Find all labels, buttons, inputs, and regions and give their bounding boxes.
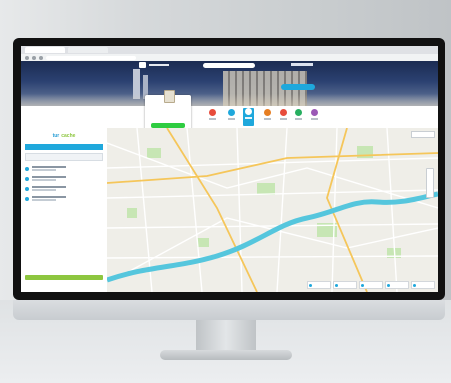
list-item-title [32, 186, 66, 188]
city-crest-icon [164, 90, 175, 103]
leaf-icon [295, 109, 302, 116]
menu-item-map[interactable] [243, 108, 254, 126]
menu-item-label [245, 117, 252, 119]
map-layer-control[interactable] [411, 131, 435, 138]
list-item-subtitle [32, 169, 56, 171]
list-item[interactable] [25, 166, 103, 171]
legend-item[interactable] [333, 281, 357, 289]
list-item-title [32, 196, 66, 198]
city-skyline-image [21, 94, 438, 106]
pin-icon [25, 187, 29, 191]
legend-dot-icon [335, 283, 338, 287]
map-canvas[interactable] [107, 128, 438, 292]
main-content: tur cache [21, 128, 438, 292]
sidebar-search-input[interactable] [25, 153, 103, 161]
menu-item-label [280, 118, 287, 120]
brand-logo: tur cache [21, 131, 107, 141]
menu-item-nature[interactable] [294, 109, 303, 124]
zoom-control[interactable] [426, 168, 434, 198]
list-item-subtitle [32, 199, 56, 201]
monitor-stand-base [160, 350, 292, 360]
legend-dot-icon [309, 283, 312, 287]
monitor-chin [13, 300, 445, 320]
menu-item-label [209, 118, 216, 120]
browser-toolbar [21, 54, 438, 61]
hero-banner [21, 61, 438, 106]
legend-item[interactable] [385, 281, 409, 289]
profile-link[interactable] [291, 63, 313, 66]
browser-tab-strip [21, 46, 438, 54]
site-logo[interactable] [139, 62, 169, 68]
reload-icon[interactable] [39, 55, 43, 60]
list-item[interactable] [25, 186, 103, 191]
list-item[interactable] [25, 176, 103, 181]
menu-item-label [228, 118, 235, 120]
browser-tab[interactable] [68, 47, 108, 53]
house-icon [228, 109, 235, 116]
sidebar: tur cache [21, 128, 108, 292]
legend-dot-icon [361, 283, 364, 287]
sidebar-footer-button[interactable] [25, 275, 103, 280]
legend-item[interactable] [307, 281, 331, 289]
pin-icon [25, 177, 29, 181]
login-button[interactable] [281, 84, 315, 90]
star-icon [280, 109, 287, 116]
heart-icon [209, 109, 216, 116]
category-menu [21, 106, 438, 129]
screen: tur cache [21, 46, 438, 292]
menu-item-label [264, 118, 271, 120]
legend-item[interactable] [411, 281, 435, 289]
search-input[interactable] [203, 63, 255, 68]
pin-icon [25, 167, 29, 171]
menu-item-info[interactable] [310, 109, 319, 124]
menu-item-label [311, 118, 318, 120]
address-bar[interactable] [46, 55, 136, 60]
legend-dot-icon [413, 283, 416, 287]
map-legend [307, 281, 435, 289]
list-item[interactable] [25, 196, 103, 201]
list-item-subtitle [32, 189, 56, 191]
brand-text: tur [52, 133, 60, 139]
logo-icon [139, 62, 146, 68]
legend-item[interactable] [359, 281, 383, 289]
menu-item-favorites[interactable] [208, 109, 217, 124]
sidebar-header[interactable] [25, 144, 103, 150]
city-map[interactable] [107, 128, 438, 292]
menu-item-accommodation[interactable] [227, 109, 236, 124]
pin-icon [245, 108, 252, 115]
menu-item-shopping[interactable] [263, 109, 272, 124]
menu-item-attractions[interactable] [279, 109, 288, 124]
monitor-stand-neck [196, 320, 256, 352]
bag-icon [264, 109, 271, 116]
list-item-title [32, 176, 66, 178]
list-item-title [32, 166, 66, 168]
info-icon [311, 109, 318, 116]
back-icon[interactable] [25, 55, 29, 60]
list-item-subtitle [32, 179, 56, 181]
browser-tab[interactable] [25, 47, 65, 53]
brand-text: cache [61, 133, 76, 139]
logo-text [149, 64, 169, 66]
menu-item-label [295, 118, 302, 120]
forward-icon[interactable] [32, 55, 36, 60]
legend-dot-icon [387, 283, 390, 287]
pin-icon [25, 197, 29, 201]
